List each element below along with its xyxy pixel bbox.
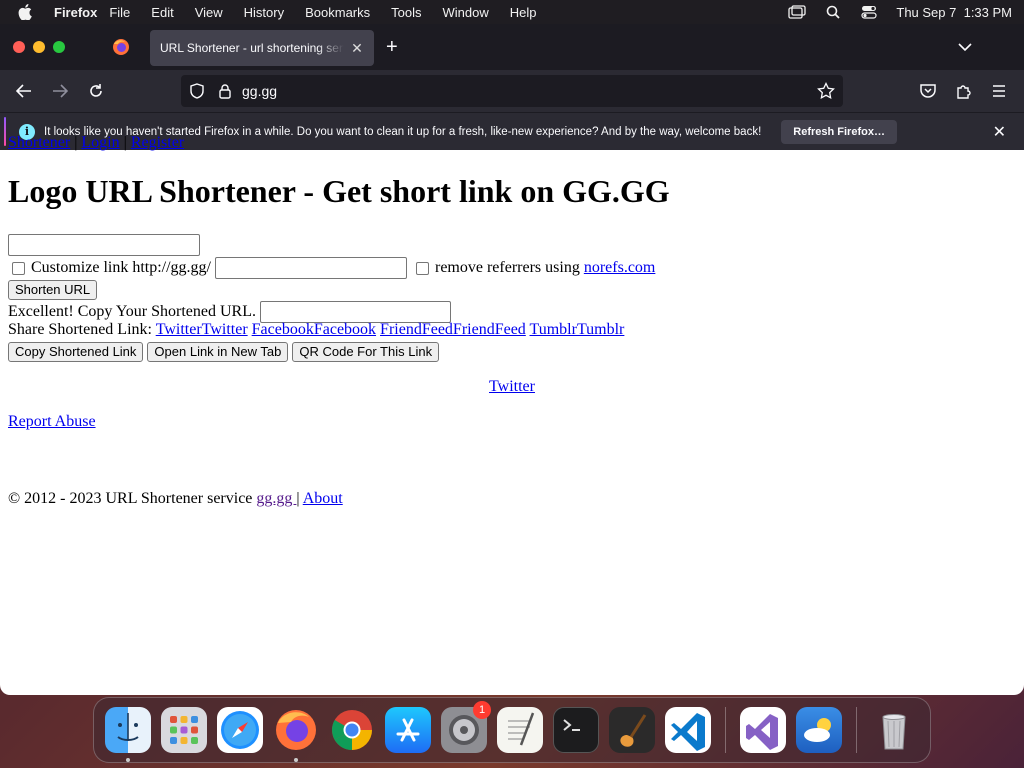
menu-app-firefox[interactable]: Firefox	[54, 5, 97, 20]
running-indicator	[126, 758, 130, 762]
twitter-follow: Twitter	[0, 378, 1024, 396]
address-bar[interactable]: gg.gg	[181, 75, 843, 107]
result-label: Excellent! Copy Your Shortened URL.	[8, 303, 260, 320]
notification-badge: 1	[473, 701, 491, 719]
menu-file[interactable]: File	[109, 5, 130, 20]
dock-separator	[856, 707, 857, 753]
navigation-toolbar: gg.gg	[0, 70, 1024, 112]
menu-bar: Firefox File Edit View History Bookmarks…	[0, 0, 1024, 24]
open-link-new-tab-button[interactable]: Open Link in New Tab	[147, 342, 289, 362]
shorten-row: Shorten URL	[8, 280, 98, 300]
new-tab-icon[interactable]: +	[386, 37, 398, 57]
app-store-icon[interactable]	[385, 707, 431, 753]
custom-alias-input[interactable]	[215, 257, 407, 279]
tab-title: URL Shortener - url shortening service	[160, 41, 344, 55]
url-text[interactable]: gg.gg	[242, 83, 277, 99]
report-abuse-link[interactable]: Report Abuse	[8, 413, 96, 430]
page-title: Logo URL Shortener - Get short link on G…	[8, 173, 670, 209]
result-row: Excellent! Copy Your Shortened URL.	[8, 301, 451, 323]
extensions-icon[interactable]	[955, 82, 973, 100]
long-url-row	[8, 234, 200, 256]
web-page: Shortener | Login | Register Logo URL Sh…	[0, 126, 1024, 671]
menu-tools[interactable]: Tools	[391, 5, 421, 20]
site-nav: Shortener | Login | Register	[8, 134, 184, 152]
nav-register-link[interactable]: Register	[131, 134, 184, 151]
screen-mirroring-icon[interactable]	[788, 5, 807, 19]
remove-referrers-label: remove referrers using	[435, 259, 584, 276]
tab-url-shortener[interactable]: URL Shortener - url shortening service ✕	[150, 30, 374, 66]
close-tab-icon[interactable]: ✕	[350, 41, 364, 55]
lock-icon[interactable]	[218, 83, 232, 99]
footer-about-link[interactable]: About	[303, 490, 343, 507]
fullscreen-window-button[interactable]	[53, 41, 65, 53]
pocket-icon[interactable]	[919, 82, 937, 100]
report-abuse: Report Abuse	[8, 413, 96, 431]
nav-separator: |	[70, 134, 82, 151]
firefox-icon[interactable]	[273, 707, 319, 762]
finder-icon[interactable]	[105, 707, 151, 762]
reload-icon[interactable]	[87, 82, 105, 100]
menu-history[interactable]: History	[244, 5, 284, 20]
customize-link-checkbox[interactable]	[12, 261, 25, 275]
long-url-input[interactable]	[8, 234, 200, 256]
hamburger-menu-icon[interactable]	[990, 82, 1008, 100]
terminal-icon[interactable]	[553, 707, 599, 753]
weather-icon[interactable]	[796, 707, 842, 753]
share-twitter-link[interactable]: TwitterTwitter	[156, 321, 248, 338]
back-icon[interactable]	[15, 82, 33, 100]
garageband-icon[interactable]	[609, 707, 655, 753]
safari-icon[interactable]	[217, 707, 263, 753]
close-window-button[interactable]	[13, 41, 25, 53]
norefs-link[interactable]: norefs.com	[584, 259, 656, 277]
tab-bar: URL Shortener - url shortening service ✕…	[0, 24, 1024, 70]
vscode-icon[interactable]	[665, 707, 711, 753]
twitter-link[interactable]: Twitter	[489, 378, 535, 395]
tracking-protection-shield-icon[interactable]	[189, 83, 205, 99]
apple-icon[interactable]	[18, 4, 34, 20]
menu-window[interactable]: Window	[443, 5, 489, 20]
share-facebook-link[interactable]: FacebookFacebook	[252, 321, 376, 338]
dock-separator	[725, 707, 726, 753]
copyright-text: © 2012 - 2023 URL Shortener service	[8, 490, 257, 507]
bookmark-star-icon[interactable]	[817, 81, 835, 100]
nav-separator: |	[119, 134, 131, 151]
nav-login-link[interactable]: Login	[81, 134, 119, 151]
visual-studio-icon[interactable]	[740, 707, 786, 753]
menu-bar-clock[interactable]: Thu Sep 7 1:33 PM	[896, 5, 1012, 20]
dock: 1	[93, 697, 931, 763]
qr-code-button[interactable]: QR Code For This Link	[292, 342, 440, 362]
nav-shortener-link[interactable]: Shortener	[8, 134, 70, 151]
menu-edit[interactable]: Edit	[151, 5, 173, 20]
trash-icon[interactable]	[871, 707, 917, 753]
remove-referrers-checkbox[interactable]	[416, 261, 429, 275]
menu-bookmarks[interactable]: Bookmarks	[305, 5, 370, 20]
options-row: Customize link http://gg.gg/ remove refe…	[8, 257, 655, 279]
shortened-url-output[interactable]	[259, 301, 451, 323]
chrome-icon[interactable]	[329, 707, 375, 753]
list-all-tabs-icon[interactable]	[958, 39, 972, 57]
firefox-view-icon[interactable]	[112, 38, 130, 56]
menu-help[interactable]: Help	[510, 5, 537, 20]
menu-view[interactable]: View	[195, 5, 223, 20]
customize-link-label: Customize link http://gg.gg/	[31, 259, 211, 276]
share-tumblr-link[interactable]: TumblrTumblr	[530, 321, 625, 338]
copy-shortened-link-button[interactable]: Copy Shortened Link	[8, 342, 144, 362]
minimize-window-button[interactable]	[33, 41, 45, 53]
share-label: Share Shortened Link:	[8, 321, 156, 338]
share-friendfeed-link[interactable]: FriendFeedFriendFeed	[380, 321, 526, 338]
system-settings-icon[interactable]: 1	[441, 701, 491, 753]
control-center-icon[interactable]	[860, 5, 878, 19]
footer-gg-link[interactable]: gg.gg	[256, 490, 296, 507]
shorten-url-button[interactable]: Shorten URL	[8, 280, 98, 300]
spotlight-search-icon[interactable]	[824, 5, 842, 19]
page-footer: © 2012 - 2023 URL Shortener service gg.g…	[8, 490, 343, 508]
running-indicator	[294, 758, 298, 762]
action-buttons: Copy Shortened Link Open Link in New Tab…	[8, 342, 440, 362]
launchpad-icon[interactable]	[161, 707, 207, 753]
share-row: Share Shortened Link: TwitterTwitter Fac…	[8, 321, 624, 339]
forward-icon[interactable]	[51, 82, 69, 100]
textedit-icon[interactable]	[497, 707, 543, 753]
window-controls	[13, 41, 65, 53]
